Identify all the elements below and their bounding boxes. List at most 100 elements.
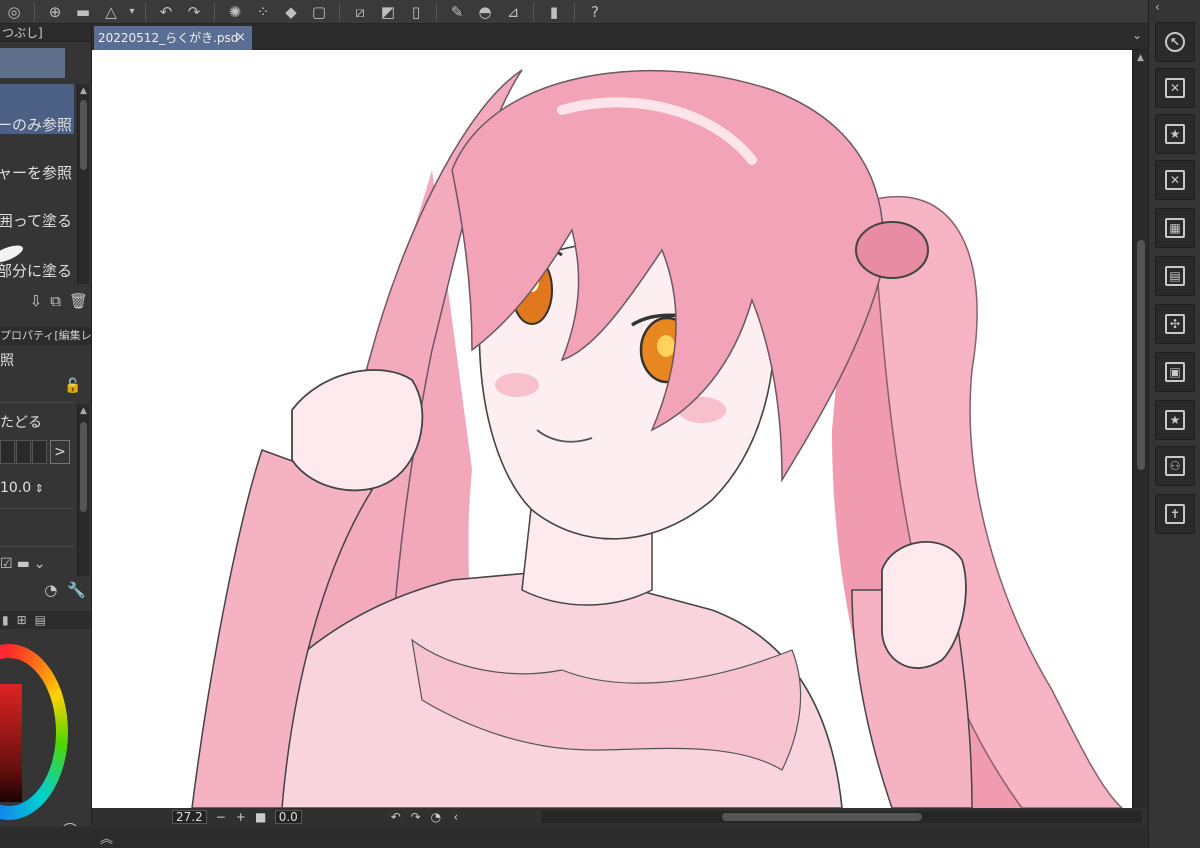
zoom-out-button[interactable]: −	[211, 810, 231, 824]
tool-tab[interactable]: つぶし]	[0, 24, 91, 42]
star-button[interactable]: ★	[1155, 400, 1195, 440]
zoom-in-button[interactable]: +	[231, 810, 251, 824]
color-set-icon[interactable]: ⊞	[17, 613, 27, 627]
subtool-label: ャーを参照	[0, 164, 72, 182]
spinner-icon[interactable]: ✺	[221, 1, 249, 23]
scroll-up-icon[interactable]: ▲	[78, 84, 89, 98]
subtool-item[interactable]: 部分に塗る	[0, 234, 74, 284]
zoom-field[interactable]: 27.2	[172, 810, 207, 824]
layer-search-button[interactable]: ✣	[1155, 304, 1195, 344]
hatch-icon[interactable]: ◩	[374, 1, 402, 23]
sub-view-button[interactable]: ✕	[1155, 68, 1195, 108]
trash-icon[interactable]: 🗑	[69, 292, 88, 316]
transform-icon[interactable]: ▢	[305, 1, 333, 23]
subtool-item[interactable]: ャーを参照	[0, 134, 74, 184]
property-scrollbar[interactable]: ▲	[77, 404, 89, 576]
scroll-thumb[interactable]	[80, 422, 87, 512]
tone-button[interactable]: ▦	[1155, 208, 1195, 248]
scroll-up-icon[interactable]: ▲	[78, 404, 89, 418]
slash-icon[interactable]: ⧄	[346, 1, 374, 23]
chevron-down-icon[interactable]: ⌄	[1132, 28, 1142, 42]
horizontal-scrollbar[interactable]	[542, 811, 1142, 823]
scroll-thumb[interactable]	[722, 813, 922, 821]
selected-subtool[interactable]	[0, 48, 65, 78]
color-sv-square[interactable]	[0, 684, 22, 802]
scroll-left-icon[interactable]: ‹	[446, 810, 466, 824]
phone-icon[interactable]: ▮	[540, 1, 568, 23]
chevron-left-icon[interactable]: ‹	[1155, 0, 1160, 14]
fit-icon[interactable]: ■	[251, 810, 271, 824]
fill-icon[interactable]: △	[97, 1, 125, 23]
reset-icon[interactable]: ◔	[44, 581, 57, 603]
wrench-icon[interactable]: 🔧	[67, 581, 86, 603]
lock-icon[interactable]: 🔓	[64, 378, 81, 394]
blush-left	[495, 373, 539, 397]
ruler-icon[interactable]: ⊿	[499, 1, 527, 23]
clip-logo-icon[interactable]: ◎	[0, 1, 28, 23]
duplicate-icon[interactable]: ⧉	[50, 292, 61, 316]
dots-icon[interactable]: ⁘	[249, 1, 277, 23]
reset-rotation-icon[interactable]: ◔	[426, 810, 446, 824]
color-tab-icon[interactable]: ▮	[2, 613, 9, 627]
direction-box[interactable]	[0, 440, 15, 464]
scroll-up-icon[interactable]: ▲	[1133, 50, 1148, 66]
subtool-label: 囲って塗る	[0, 212, 72, 230]
tool-property-tab[interactable]: プロパティ[編集レイ	[0, 327, 91, 345]
subtool-scrollbar[interactable]: ▲	[77, 84, 89, 284]
close-icon[interactable]: ×	[235, 26, 246, 50]
left-footer	[0, 826, 92, 848]
color-history-icon[interactable]: ▤	[35, 613, 46, 627]
frame-icon[interactable]: ▯	[402, 1, 430, 23]
help-icon[interactable]: ?	[581, 1, 609, 23]
layer-property-icon: ▤	[1165, 266, 1185, 286]
rotation-field[interactable]: 0.0	[274, 810, 302, 824]
toolbar-separator	[533, 2, 534, 21]
checkbox-icon[interactable]: ☑	[0, 556, 13, 576]
new-layer-icon[interactable]: ⊕	[41, 1, 69, 23]
dropdown-icon[interactable]: ▾	[125, 1, 139, 23]
scroll-thumb[interactable]	[1137, 240, 1145, 470]
figure-button[interactable]: ✝	[1155, 494, 1195, 534]
layer-property-button[interactable]: ▤	[1155, 256, 1195, 296]
canvas[interactable]	[92, 50, 1132, 808]
eraser-icon[interactable]: ◆	[277, 1, 305, 23]
download-icon[interactable]: ⇩	[30, 292, 43, 316]
artwork[interactable]	[92, 50, 1132, 808]
star-icon: ★	[1165, 410, 1185, 430]
rotate-right-icon[interactable]: ↷	[406, 810, 426, 824]
color-panel-tabs: ▮ ⊞ ▤	[0, 611, 91, 629]
layer-button[interactable]: ⚇	[1155, 446, 1195, 486]
folder-icon[interactable]: ▬	[17, 556, 30, 576]
property-actions: ◔ 🔧	[0, 581, 91, 603]
direction-box[interactable]	[32, 440, 47, 464]
value-field[interactable]: 10.0 ⇕	[0, 480, 44, 496]
subtool-item[interactable]: 囲って塗る	[0, 184, 74, 234]
toolbar-separator	[34, 2, 35, 21]
undo-icon[interactable]: ↶	[152, 1, 180, 23]
layer-search-icon: ✣	[1165, 314, 1185, 334]
subtool-label: 部分に塗る	[0, 262, 72, 280]
rotate-left-icon[interactable]: ↶	[386, 810, 406, 824]
redo-icon[interactable]: ↷	[180, 1, 208, 23]
favorites-button[interactable]: ★	[1155, 114, 1195, 154]
open-folder-icon[interactable]: ▬	[69, 1, 97, 23]
figure-icon: ✝	[1165, 504, 1185, 524]
document-tab[interactable]: 20220512_らくがき.psd ×	[94, 26, 252, 50]
navigator-button[interactable]: ↖	[1155, 22, 1195, 62]
material-icon: ✕	[1165, 170, 1185, 190]
toolbar-separator	[339, 2, 340, 21]
material-button[interactable]: ✕	[1155, 160, 1195, 200]
chevron-down-icon[interactable]: ⌄	[34, 556, 46, 576]
direction-boxes	[0, 440, 48, 464]
animation-button[interactable]: ▣	[1155, 352, 1195, 392]
subtool-item[interactable]: ーのみ参照	[0, 84, 74, 134]
scroll-thumb[interactable]	[80, 100, 87, 170]
chevron-right-icon[interactable]: >	[50, 440, 70, 464]
direction-box[interactable]	[16, 440, 31, 464]
spin-icon[interactable]: ⇕	[31, 482, 44, 495]
canvas-scrollbar[interactable]: ▲	[1132, 50, 1148, 808]
chevron-up-icon[interactable]: ︽	[100, 828, 113, 847]
edit-icon[interactable]: ✎	[443, 1, 471, 23]
subtool-list: ーのみ参照 ャーを参照 囲って塗る 部分に塗る	[0, 84, 74, 284]
flask-icon[interactable]: ◓	[471, 1, 499, 23]
